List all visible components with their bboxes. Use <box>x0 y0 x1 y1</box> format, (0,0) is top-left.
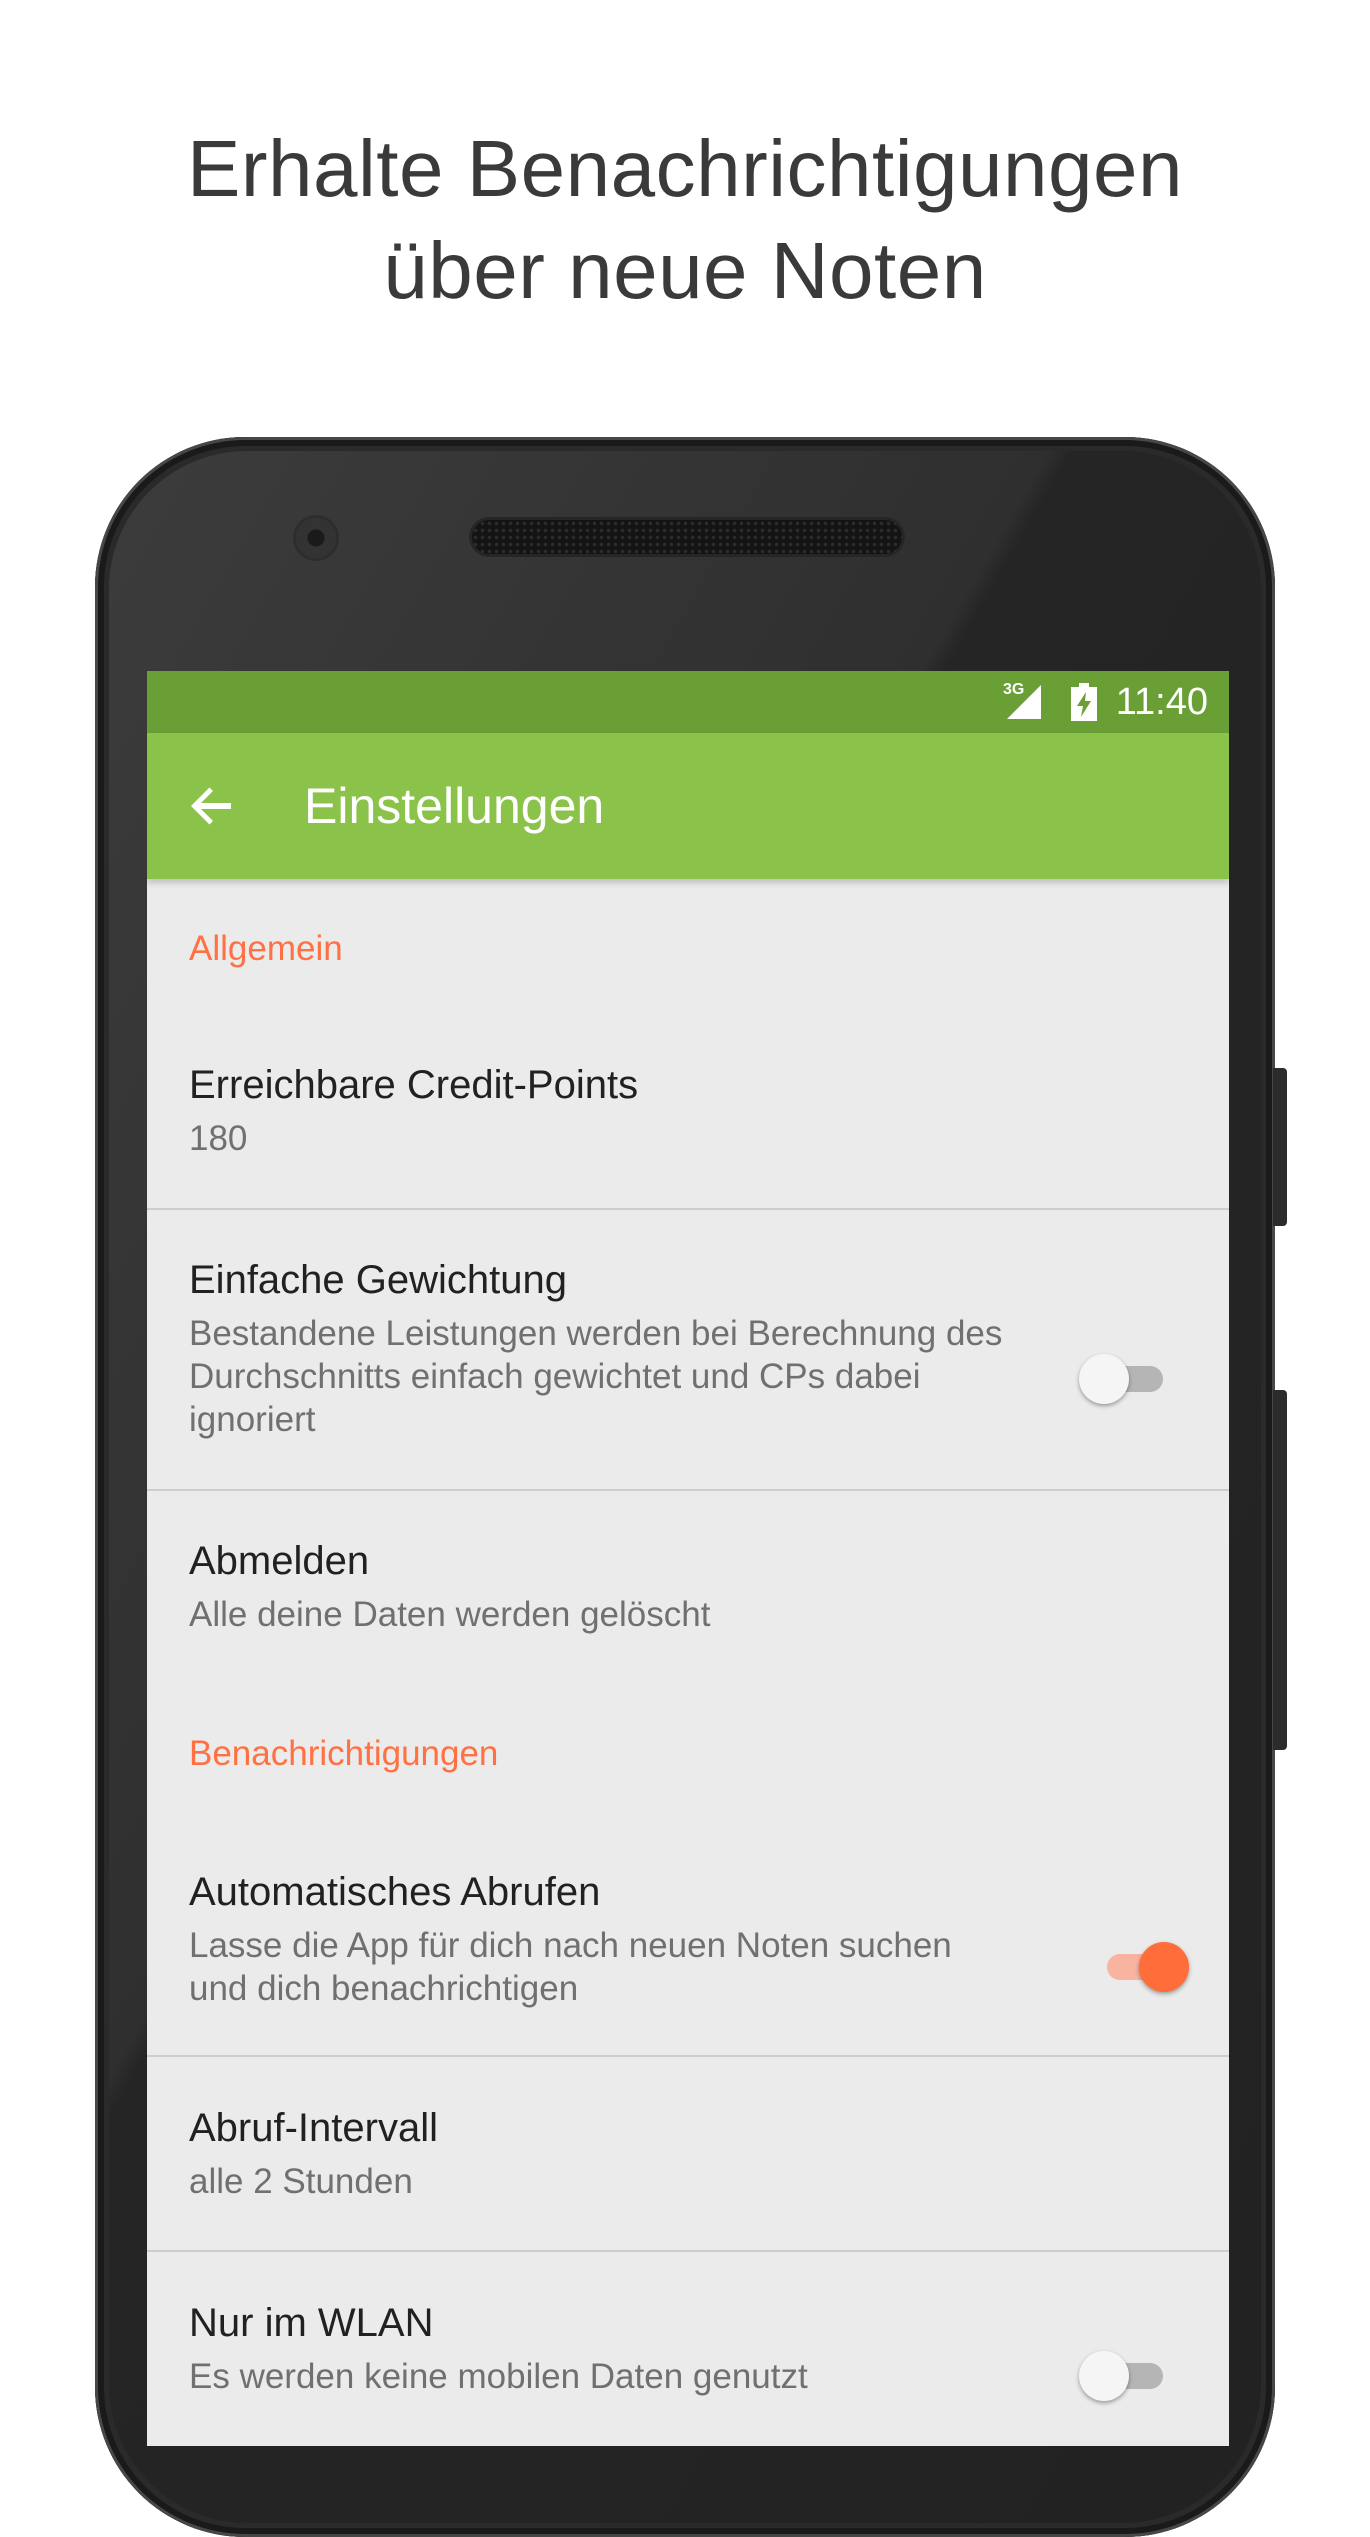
switch-einfache-gewichtung[interactable] <box>1079 1348 1169 1408</box>
promo-line-1: Erhalte Benachrichtigungen <box>187 124 1183 213</box>
volume-button <box>1273 1390 1287 1750</box>
pref-summary-line: Durchschnitts einfach gewichtet und CPs … <box>189 1357 921 1396</box>
divider <box>147 1208 1229 1210</box>
section-header-benachrichtigungen: Benachrichtigungen <box>189 1734 499 1773</box>
battery-charging-icon <box>1071 683 1097 721</box>
pref-title: Einfache Gewichtung <box>189 1258 568 1302</box>
section-header-allgemein: Allgemein <box>189 929 343 968</box>
switch-nur-im-wlan[interactable] <box>1079 2345 1169 2405</box>
switch-thumb <box>1079 2351 1129 2401</box>
promo-line-2: über neue Noten <box>383 226 987 315</box>
app-bar: Einstellungen <box>147 733 1229 879</box>
pref-summary-line: Bestandene Leistungen werden bei Berechn… <box>189 1314 1003 1353</box>
pref-summary-line: und dich benachrichtigen <box>189 1969 579 2008</box>
phone-speaker <box>472 520 902 554</box>
pref-summary: alle 2 Stunden <box>189 2162 413 2201</box>
pref-title: Abmelden <box>189 1539 370 1583</box>
pref-summary-line: ignoriert <box>189 1400 316 1439</box>
pref-summary-line: Lasse die App für dich nach neuen Noten … <box>189 1926 952 1965</box>
pref-summary: 180 <box>189 1119 248 1158</box>
phone-screen: 3G 11:40 Einstellungen Allgemein Erreich… <box>147 671 1229 2446</box>
app-title: Einstellungen <box>304 778 605 834</box>
pref-title: Erreichbare Credit-Points <box>189 1063 639 1107</box>
status-time: 11:40 <box>1115 681 1208 723</box>
switch-automatisches-abrufen[interactable] <box>1099 1936 1189 1996</box>
signal-icon <box>1007 685 1041 719</box>
pref-summary: Alle deine Daten werden gelöscht <box>189 1595 711 1634</box>
arrow-back-icon[interactable] <box>187 781 237 831</box>
pref-title: Nur im WLAN <box>189 2301 434 2345</box>
pref-title: Abruf-Intervall <box>189 2106 438 2150</box>
divider <box>147 2250 1229 2252</box>
front-camera <box>296 518 336 558</box>
promo-headline: Erhalte Benachrichtigungen über neue Not… <box>0 118 1370 322</box>
pref-summary: Es werden keine mobilen Daten genutzt <box>189 2357 808 2396</box>
switch-thumb <box>1079 1354 1129 1404</box>
pref-title: Automatisches Abrufen <box>189 1870 601 1914</box>
divider <box>147 2055 1229 2057</box>
divider <box>147 1489 1229 1491</box>
switch-thumb <box>1139 1942 1189 1992</box>
power-button <box>1273 1068 1287 1226</box>
status-bar: 3G 11:40 <box>147 671 1229 733</box>
